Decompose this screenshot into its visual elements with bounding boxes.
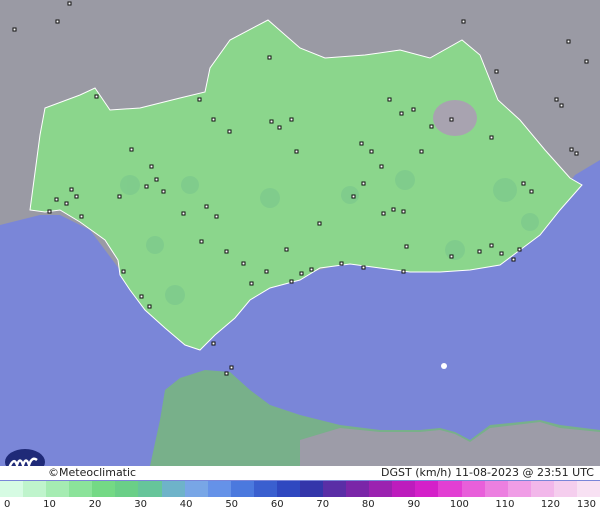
legend-tick: 0 (4, 499, 11, 510)
legend-swatch (92, 481, 116, 497)
legend-swatch (207, 481, 231, 497)
legend-swatch (0, 481, 24, 497)
ceuta-point (441, 363, 447, 369)
legend-swatch (184, 481, 208, 497)
legend-swatch (138, 481, 162, 497)
legend-tick: 120 (540, 499, 560, 510)
legend-swatch (415, 481, 439, 497)
legend-tick: 80 (361, 499, 375, 510)
wind-gust-map (0, 0, 600, 466)
legend-tick: 40 (179, 499, 193, 510)
legend-tick: 50 (225, 499, 239, 510)
legend-swatch (461, 481, 485, 497)
legend-swatch (115, 481, 139, 497)
variable-label: DGST (381, 466, 412, 479)
legend-tick: 110 (495, 499, 515, 510)
datetime-label: 11-08-2023 @ 23:51 UTC (455, 466, 594, 479)
legend-swatch (323, 481, 347, 497)
legend-tick: 90 (407, 499, 421, 510)
legend-swatch (300, 481, 324, 497)
legend-swatch (161, 481, 185, 497)
legend-swatch (392, 481, 416, 497)
legend-swatch (507, 481, 531, 497)
legend-tick: 130 (576, 499, 596, 510)
legend-swatch (230, 481, 254, 497)
legend-swatch (530, 481, 554, 497)
legend-swatch (576, 481, 600, 497)
legend-tick: 30 (134, 499, 147, 510)
legend-swatch (253, 481, 277, 497)
legend-swatch (69, 481, 93, 497)
legend-color-bar (0, 481, 600, 497)
legend-swatch (346, 481, 370, 497)
legend-tick: 100 (449, 499, 469, 510)
legend-swatch (46, 481, 70, 497)
info-bar: ©Meteoclimatic DGST (km/h) 11-08-2023 @ … (0, 466, 600, 480)
legend-tick: 10 (43, 499, 56, 510)
legend-swatch (369, 481, 393, 497)
legend-swatch (438, 481, 462, 497)
legend-tick: 70 (316, 499, 330, 510)
map-readout: DGST (km/h) 11-08-2023 @ 23:51 UTC (381, 466, 594, 480)
mountain-area (433, 100, 477, 136)
legend-swatch (276, 481, 301, 497)
legend-swatch (553, 481, 577, 497)
legend-swatch (23, 481, 47, 497)
legend-tick: 20 (88, 499, 102, 510)
legend-tick: 60 (270, 499, 284, 510)
unit-label: (km/h) (415, 466, 452, 479)
brand-label: ©Meteoclimatic (48, 466, 137, 479)
color-legend: 0 10 20 30 40 50 60 70 80 90 100 110 120 130 (0, 481, 600, 517)
legend-swatch (484, 481, 508, 497)
